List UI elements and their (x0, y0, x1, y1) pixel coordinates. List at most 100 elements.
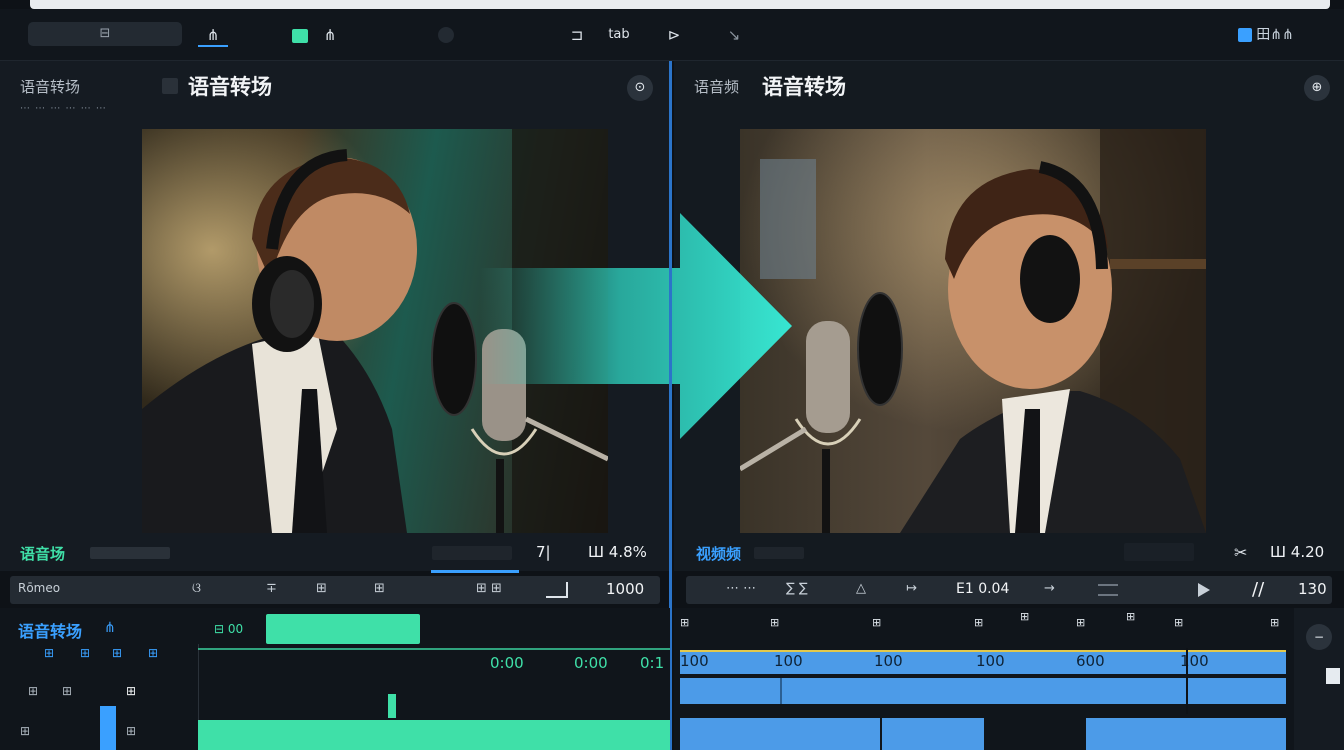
cut-tool[interactable]: ↘ (724, 23, 744, 47)
checkbox[interactable] (162, 78, 178, 94)
track-tag-4[interactable]: ⊞ (148, 646, 158, 660)
play-tool[interactable]: ⊳ (664, 23, 684, 47)
audio-clip[interactable] (266, 614, 420, 644)
source-meta (90, 547, 170, 559)
ruler-label-4: ⊞ (974, 616, 984, 629)
track-value-4: 100 (976, 652, 1005, 670)
timeline-clip-label[interactable]: ⊟ 00 (214, 622, 243, 636)
tool-btn-2[interactable]: ∑ ∑ (786, 581, 808, 596)
ruler-label-9: ⊞ (1270, 616, 1280, 629)
tool-btn-1[interactable]: ⋯ ⋯ (726, 581, 756, 596)
trim-tool[interactable]: ⊐ (566, 23, 588, 47)
video-clip-b[interactable] (882, 718, 984, 750)
export-menu[interactable]: 田⋔⋔ (1220, 23, 1312, 47)
track-label-3: ⊞ (126, 684, 137, 698)
tool-btn-2[interactable]: ∓ (266, 581, 277, 596)
ruler-label-6: ⊞ (1076, 616, 1086, 629)
video-clip-c[interactable] (1086, 718, 1286, 750)
record-dot-icon[interactable] (438, 27, 454, 43)
audio-timeline: 语音转场 ⋔ ⊞ ⊞ ⊞ ⊞ ⊞ ⊞ ⊞ ⊞ ⊞ ⊟ 00 0:00 0:00 … (0, 608, 670, 750)
ruler-label-2: ⊞ (770, 616, 780, 629)
ruler-label-3: ⊞ (872, 616, 882, 629)
tool-btn-4[interactable]: ⊞ (374, 581, 385, 596)
list-icon[interactable] (1098, 584, 1118, 596)
result-toolbar: ⋯ ⋯ ∑ ∑ △ ↦ E1 0.04 → // 130 (686, 576, 1332, 604)
right-sidebar: − (1294, 608, 1344, 750)
track-label-2: ⊞ (62, 684, 73, 698)
result-image (740, 129, 1206, 533)
title-strip (30, 0, 1330, 9)
export-icon (1238, 28, 1253, 42)
panel-title: 语音转场 (762, 75, 846, 99)
track-label-5: ⊞ (126, 724, 137, 738)
settings-icon[interactable]: ⊙ (627, 75, 653, 101)
timeline-ruler[interactable] (680, 642, 1286, 652)
scissors-icon[interactable]: ✂ (1234, 543, 1247, 562)
time-marker-3: 0:1 (640, 654, 665, 672)
panel-subtext: ⋯ ⋯ ⋯ ⋯ ⋯ ⋯ (20, 103, 107, 114)
panel-small-label: 语音频 (694, 78, 740, 96)
podcaster-right-illustration (740, 129, 1206, 533)
result-meta (754, 547, 804, 559)
export-label: 田⋔⋔ (1256, 27, 1294, 43)
track-tag-1[interactable]: ⊞ (44, 646, 54, 660)
clip-split (780, 678, 782, 704)
audio-marker[interactable] (388, 694, 396, 718)
transition-arrow-icon (480, 213, 792, 439)
playhead[interactable] (1186, 648, 1188, 714)
search-field[interactable]: ⊟ (28, 22, 182, 46)
track-label-4: ⊞ (20, 724, 31, 738)
zoom-level[interactable]: Ш 4.8% (588, 543, 647, 561)
tab-tool[interactable]: tab (604, 23, 634, 47)
play-icon[interactable] (1198, 583, 1210, 597)
top-toolbar: ⊟ ⋔ ⋔ ⊐ tab ⊳ ↘ 田⋔⋔ (0, 9, 1344, 61)
timeline-title: 语音转场 (18, 622, 83, 641)
ruler-label-5: ⊞ (1020, 610, 1030, 623)
tool-btn-1[interactable]: ଓ (192, 581, 201, 596)
time-marker-2: 0:00 (574, 654, 608, 672)
track-line (198, 648, 670, 650)
tab-audio[interactable]: ⋔ (198, 23, 228, 47)
green-tag-icon[interactable] (290, 23, 310, 47)
track-label-1: ⊞ (28, 684, 39, 698)
track-value-6: 100 (1180, 652, 1209, 670)
audio-waveform-clip[interactable] (198, 720, 670, 750)
source-meta-2 (432, 546, 512, 560)
frame-indicator: 7| (536, 543, 551, 561)
track-tag-3[interactable]: ⊞ (112, 646, 122, 660)
tool-btn-3[interactable]: ⊞ (316, 581, 327, 596)
track-value-2: 100 (774, 652, 803, 670)
video-timeline: ⊞ ⊞ ⊞ ⊞ ⊞ ⊞ ⊞ ⊞ ⊞ 100 100 100 100 600 10… (674, 608, 1294, 750)
duration-value[interactable]: 130 (1298, 580, 1327, 598)
ruler-label-8: ⊞ (1174, 616, 1184, 629)
track-value-3: 100 (874, 652, 903, 670)
minus-icon[interactable]: − (1306, 624, 1332, 650)
add-icon[interactable]: ⊕ (1304, 75, 1330, 101)
tool-btn-3[interactable]: △ (856, 581, 866, 596)
source-name: Rōmeo (18, 581, 61, 595)
video-clip-a[interactable] (680, 718, 880, 750)
ruler-label-7: ⊞ (1126, 610, 1136, 623)
slash-icon[interactable]: // (1252, 579, 1264, 600)
tab-video[interactable]: ⋔ (318, 23, 342, 47)
zoom-level[interactable]: Ш 4.20 (1270, 543, 1324, 561)
flag-icon[interactable] (1326, 668, 1340, 684)
time-marker-1: 0:00 (490, 654, 524, 672)
track-tag-2[interactable]: ⊞ (80, 646, 90, 660)
tool-btn-4[interactable]: ↦ (906, 581, 917, 596)
panel-title: 语音转场 (188, 75, 272, 99)
video-track-2[interactable] (680, 678, 1286, 704)
source-toolbar: Rōmeo ଓ ∓ ⊞ ⊞ ⊞ ⊞ 1000 (10, 576, 660, 604)
source-label: 语音场 (20, 545, 66, 563)
bracket-icon[interactable] (546, 582, 568, 598)
ruler-label-1: ⊞ (680, 616, 690, 629)
timeline-tag: ⋔ (104, 620, 116, 636)
tool-btn-5[interactable]: ⊞ ⊞ (476, 581, 502, 596)
playback-progress[interactable] (431, 570, 519, 573)
panel-small-label: 语音转场 (20, 78, 81, 96)
result-meta-2 (1124, 543, 1194, 561)
tool-btn-5[interactable]: E1 0.04 (956, 581, 1009, 597)
duration-value[interactable]: 1000 (606, 580, 644, 598)
track-value-1: 100 (680, 652, 709, 670)
tool-btn-6[interactable]: → (1044, 581, 1055, 596)
